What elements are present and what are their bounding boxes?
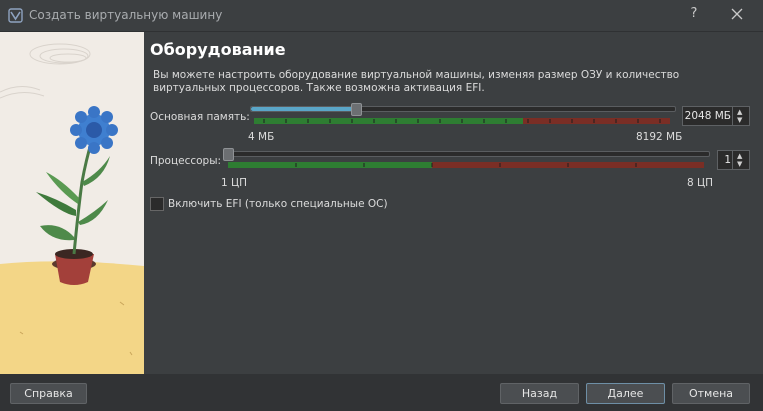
memory-spin-arrows[interactable]: ▲ ▼ xyxy=(732,107,749,125)
cancel-button[interactable]: Отмена xyxy=(672,383,750,404)
page-title: Оборудование xyxy=(150,40,286,59)
title-bar: Создать виртуальную машину ? xyxy=(0,0,763,32)
cpu-value[interactable]: 1 xyxy=(724,151,731,169)
cpu-spin-arrows[interactable]: ▲ ▼ xyxy=(732,151,749,169)
cpu-label: Процессоры: xyxy=(150,155,222,167)
spin-up-icon[interactable]: ▲ xyxy=(737,153,742,160)
cpu-slider-handle[interactable] xyxy=(223,148,234,161)
memory-min-label: 4 МБ xyxy=(248,131,275,143)
efi-checkbox[interactable] xyxy=(150,197,164,211)
memory-value[interactable]: 2048 МБ xyxy=(685,107,731,125)
memory-scale xyxy=(254,118,670,124)
spin-down-icon[interactable]: ▼ xyxy=(737,117,742,124)
memory-max-label: 8192 МБ xyxy=(636,131,683,143)
cpu-min-label: 1 ЦП xyxy=(221,177,248,189)
memory-label: Основная память: xyxy=(150,111,250,123)
virtualbox-icon xyxy=(8,8,23,23)
memory-slider-handle[interactable] xyxy=(350,103,362,116)
help-button[interactable]: Справка xyxy=(10,383,87,404)
back-button[interactable]: Назад xyxy=(500,383,579,404)
spin-up-icon[interactable]: ▲ xyxy=(737,109,742,116)
page-description: Вы можете настроить оборудование виртуал… xyxy=(153,69,680,94)
spin-down-icon[interactable]: ▼ xyxy=(737,161,742,168)
memory-slider-fill xyxy=(251,107,357,111)
help-icon[interactable]: ? xyxy=(685,6,703,24)
cpu-max-label: 8 ЦП xyxy=(687,177,714,189)
close-icon[interactable] xyxy=(727,4,747,24)
cpu-slider[interactable] xyxy=(224,151,710,157)
memory-slider[interactable] xyxy=(250,106,676,112)
efi-label[interactable]: Включить EFI (только специальные ОС) xyxy=(168,198,388,210)
cpu-spinbox[interactable]: 1 ▲ ▼ xyxy=(717,150,750,170)
window-title: Создать виртуальную машину xyxy=(29,8,223,22)
cpu-scale xyxy=(228,162,704,168)
next-button[interactable]: Далее xyxy=(586,383,665,404)
memory-spinbox[interactable]: 2048 МБ ▲ ▼ xyxy=(682,106,750,126)
flower-illustration xyxy=(0,32,144,374)
